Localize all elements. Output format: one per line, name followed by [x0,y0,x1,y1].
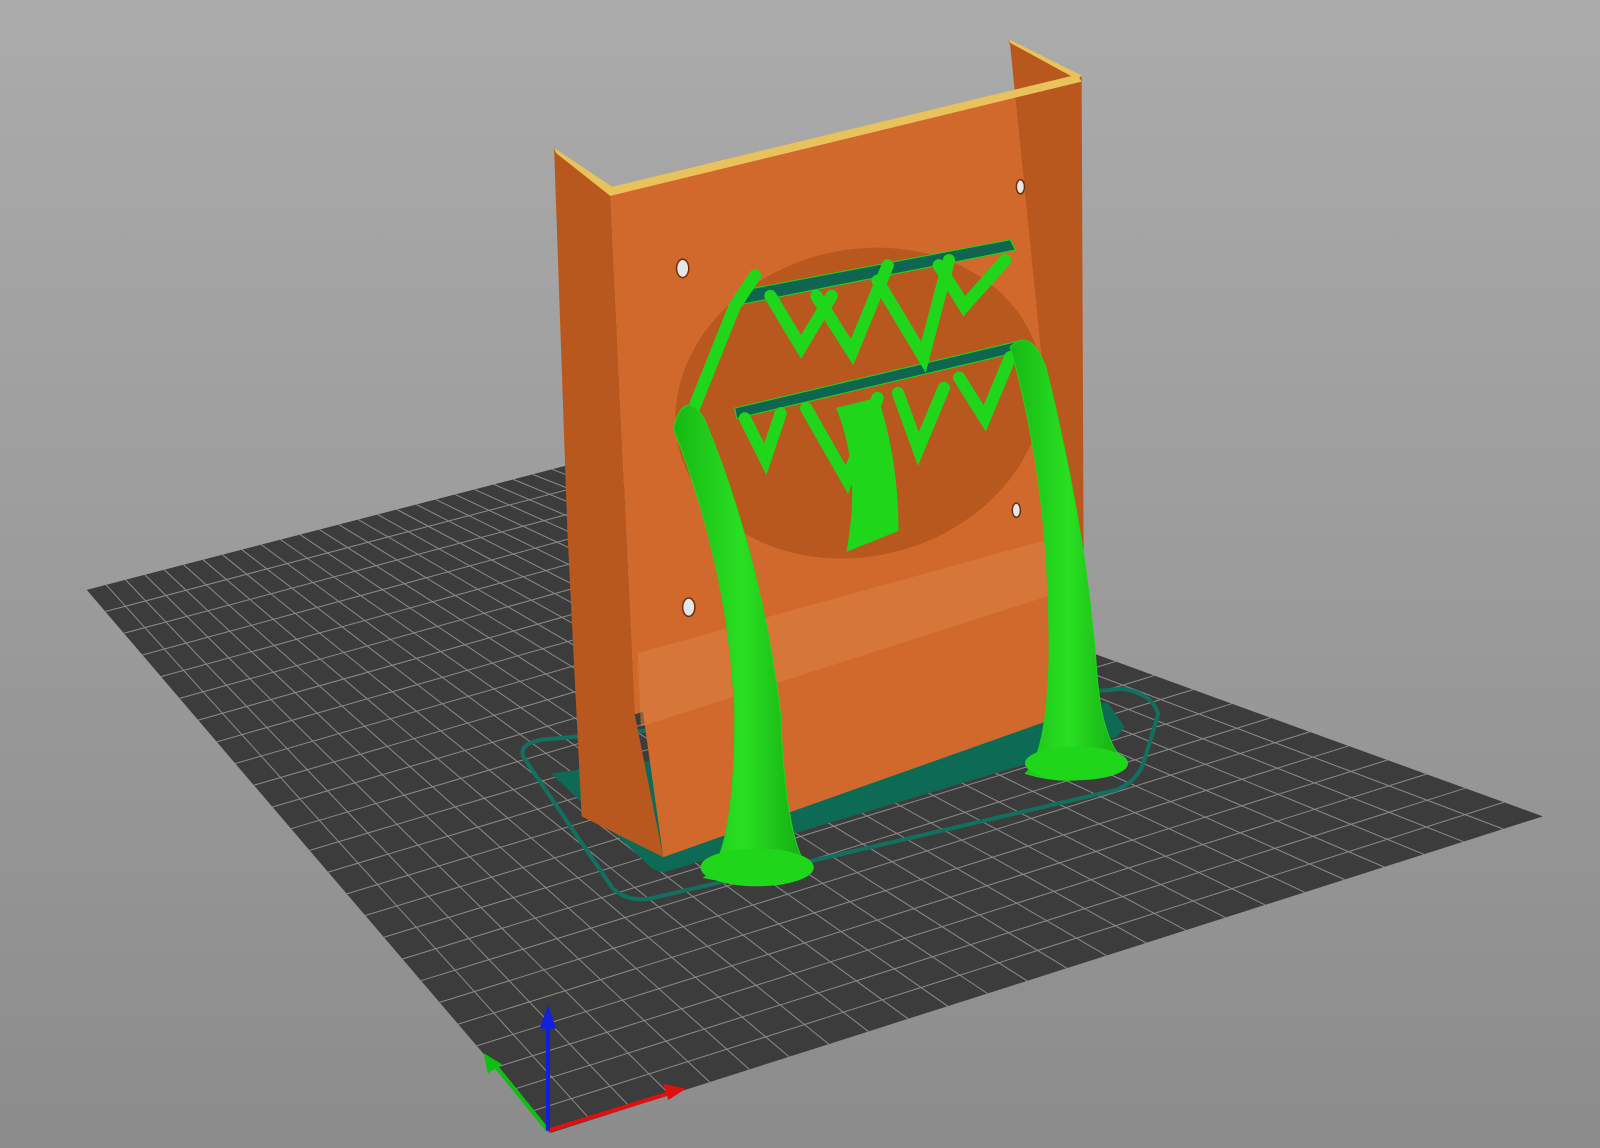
support-foot-left [700,848,814,887]
hole-icon [1015,178,1026,195]
support-foot-right [1025,746,1129,781]
3d-viewport[interactable] [0,0,1600,1148]
hole-icon [681,597,696,618]
hole-icon [675,258,690,279]
hole-icon [1011,502,1022,519]
